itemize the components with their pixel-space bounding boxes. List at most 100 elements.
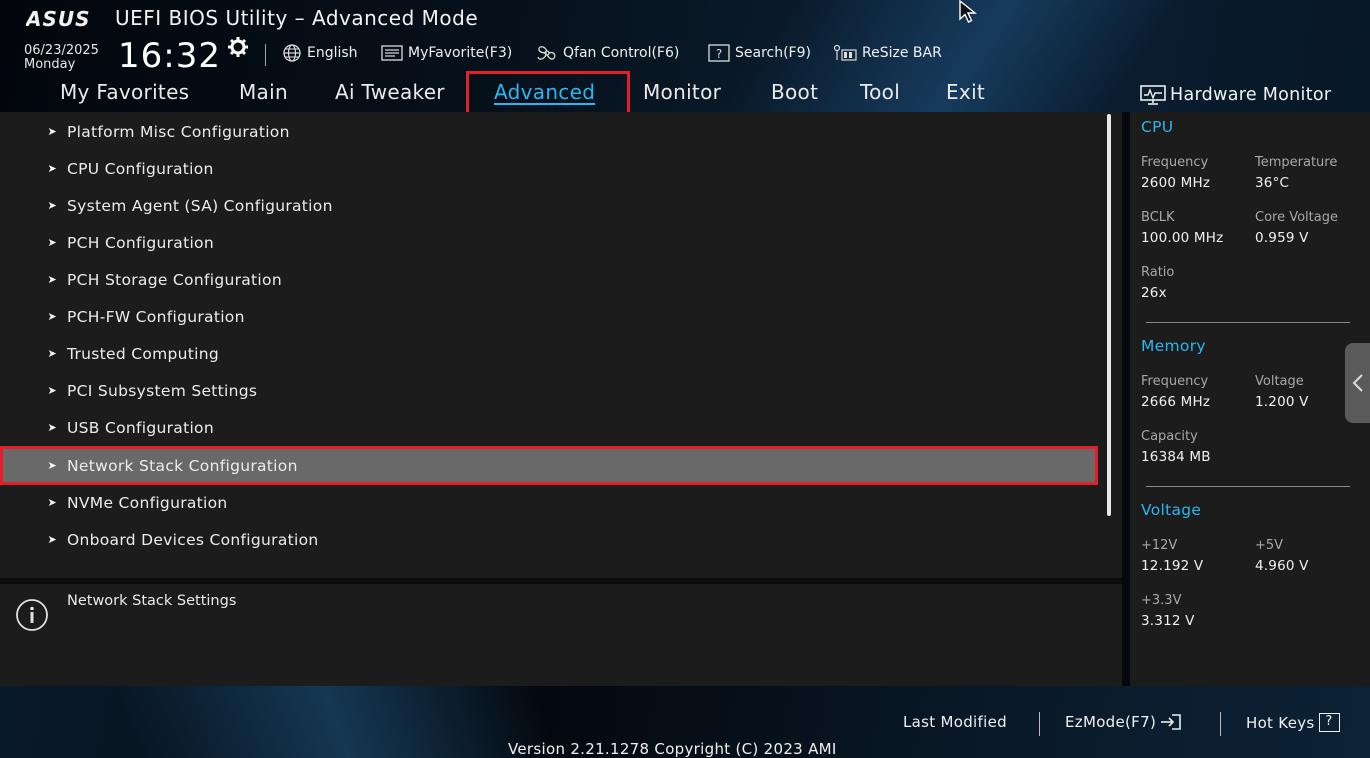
last-modified-button[interactable]: Last Modified <box>903 713 1007 731</box>
menu-item-pch-fw[interactable]: ➤ PCH-FW Configuration <box>0 298 1096 335</box>
submenu-arrow-icon: ➤ <box>47 199 57 212</box>
monitor-icon <box>1140 85 1166 105</box>
menu-item-label: Onboard Devices Configuration <box>67 530 319 549</box>
submenu-arrow-icon: ➤ <box>47 125 57 138</box>
cpu-frequency-value: 2600 MHz <box>1141 175 1211 191</box>
resize-bar-button[interactable]: ReSize BAR <box>833 44 942 62</box>
menu-item-label: System Agent (SA) Configuration <box>67 196 333 215</box>
bclk-label: BCLK <box>1141 210 1175 225</box>
memory-capacity-label: Capacity <box>1141 429 1198 444</box>
date-display: 06/23/2025 Monday <box>24 44 99 72</box>
svg-text:?: ? <box>716 47 722 61</box>
day-text: Monday <box>24 57 76 72</box>
menu-item-label: PCI Subsystem Settings <box>67 381 258 400</box>
search-button[interactable]: ? Search(F9) <box>708 44 811 62</box>
chevron-left-icon <box>1352 374 1363 392</box>
menu-item-nvme-configuration[interactable]: ➤ NVMe Configuration <box>0 484 1096 521</box>
submenu-arrow-icon: ➤ <box>47 421 57 434</box>
menu-item-pci-subsystem[interactable]: ➤ PCI Subsystem Settings <box>0 372 1096 409</box>
menu-item-label: Trusted Computing <box>67 344 220 363</box>
menu-item-label: NVMe Configuration <box>67 493 228 512</box>
submenu-arrow-icon: ➤ <box>47 384 57 397</box>
myfavorite-button[interactable]: MyFavorite(F3) <box>381 44 512 62</box>
globe-icon <box>283 44 301 62</box>
header-divider <box>265 44 266 66</box>
svg-text:ASUS: ASUS <box>26 8 91 30</box>
last-modified-label: Last Modified <box>903 713 1007 731</box>
memory-frequency-label: Frequency <box>1141 374 1209 389</box>
search-label: Search(F9) <box>735 45 811 61</box>
menu-item-pch-storage[interactable]: ➤ PCH Storage Configuration <box>0 261 1096 298</box>
menu-item-label: PCH-FW Configuration <box>67 307 245 326</box>
tab-boot[interactable]: Boot <box>771 80 818 104</box>
ezmode-button[interactable]: EzMode(F7) <box>1065 713 1182 731</box>
clock-settings-gear-icon[interactable] <box>228 37 248 57</box>
submenu-arrow-icon: ➤ <box>47 236 57 249</box>
myfavorite-label: MyFavorite(F3) <box>408 45 513 61</box>
v12-value: 12.192 V <box>1141 558 1204 574</box>
tab-exit[interactable]: Exit <box>946 80 985 104</box>
tab-my-favorites[interactable]: My Favorites <box>60 80 189 104</box>
help-description: Network Stack Settings <box>67 593 237 609</box>
clock: 16:32 <box>118 36 221 76</box>
footer-divider <box>1220 712 1221 736</box>
submenu-arrow-icon: ➤ <box>47 310 57 323</box>
tab-monitor[interactable]: Monitor <box>643 80 721 104</box>
v12-label: +12V <box>1141 538 1178 553</box>
memory-voltage-label: Voltage <box>1255 374 1304 389</box>
core-voltage-value: 0.959 V <box>1255 230 1309 246</box>
menu-item-pch-configuration[interactable]: ➤ PCH Configuration <box>0 224 1096 261</box>
memory-capacity-value: 16384 MB <box>1141 449 1211 465</box>
date-text: 06/23/2025 <box>24 43 99 58</box>
resize-bar-icon <box>833 44 857 61</box>
language-button[interactable]: English <box>282 44 358 62</box>
v5-value: 4.960 V <box>1255 558 1309 574</box>
menu-item-usb-configuration[interactable]: ➤ USB Configuration <box>0 409 1096 446</box>
cpu-temperature-label: Temperature <box>1255 155 1338 170</box>
memory-frequency-value: 2666 MHz <box>1141 394 1211 410</box>
fan-icon <box>537 46 556 60</box>
submenu-arrow-icon: ➤ <box>47 496 57 509</box>
menu-item-onboard-devices[interactable]: ➤ Onboard Devices Configuration <box>0 521 1096 558</box>
language-label: English <box>307 45 358 61</box>
resize-bar-label: ReSize BAR <box>862 45 942 61</box>
cpu-temperature-value: 36°C <box>1255 175 1290 191</box>
asus-logo: ASUS <box>26 8 91 30</box>
tab-tool[interactable]: Tool <box>860 80 900 104</box>
menu-item-trusted-computing[interactable]: ➤ Trusted Computing <box>0 335 1096 372</box>
help-question-icon: ? <box>1318 713 1340 732</box>
cpu-heading: CPU <box>1141 118 1174 136</box>
ratio-label: Ratio <box>1141 265 1175 280</box>
hot-keys-button[interactable]: Hot Keys ? <box>1246 713 1340 732</box>
tab-ai-tweaker[interactable]: Ai Tweaker <box>335 80 445 104</box>
submenu-arrow-icon: ➤ <box>47 533 57 546</box>
ratio-value: 26x <box>1141 285 1167 301</box>
search-help-icon: ? <box>708 44 730 62</box>
menu-scrollbar[interactable] <box>1107 114 1111 516</box>
bclk-value: 100.00 MHz <box>1141 230 1224 246</box>
memory-heading: Memory <box>1141 337 1206 355</box>
qfan-label: Qfan Control(F6) <box>563 45 680 61</box>
menu-item-system-agent[interactable]: ➤ System Agent (SA) Configuration <box>0 187 1096 224</box>
selected-item-highlight <box>0 446 1098 485</box>
footer-divider <box>1039 712 1040 736</box>
menu-item-label: Platform Misc Configuration <box>67 122 290 141</box>
ezmode-label: EzMode(F7) <box>1065 713 1157 731</box>
menu-item-platform-misc[interactable]: ➤ Platform Misc Configuration <box>0 113 1096 150</box>
exit-to-ezmode-icon <box>1161 714 1181 730</box>
voltage-heading: Voltage <box>1141 501 1202 519</box>
v33-label: +3.3V <box>1141 593 1182 608</box>
cpu-section-divider <box>1146 322 1350 323</box>
memory-voltage-value: 1.200 V <box>1255 394 1309 410</box>
menu-item-label: CPU Configuration <box>67 159 214 178</box>
collapse-monitor-tab[interactable] <box>1345 343 1370 423</box>
qfan-control-button[interactable]: Qfan Control(F6) <box>536 44 679 62</box>
menu-item-cpu-configuration[interactable]: ➤ CPU Configuration <box>0 150 1096 187</box>
app-title: UEFI BIOS Utility – Advanced Mode <box>115 6 479 30</box>
tab-main[interactable]: Main <box>239 80 288 104</box>
menu-item-label: PCH Configuration <box>67 233 214 252</box>
submenu-arrow-icon: ➤ <box>47 347 57 360</box>
mouse-pointer-icon <box>959 0 977 23</box>
submenu-arrow-icon: ➤ <box>47 162 57 175</box>
cpu-frequency-label: Frequency <box>1141 155 1209 170</box>
